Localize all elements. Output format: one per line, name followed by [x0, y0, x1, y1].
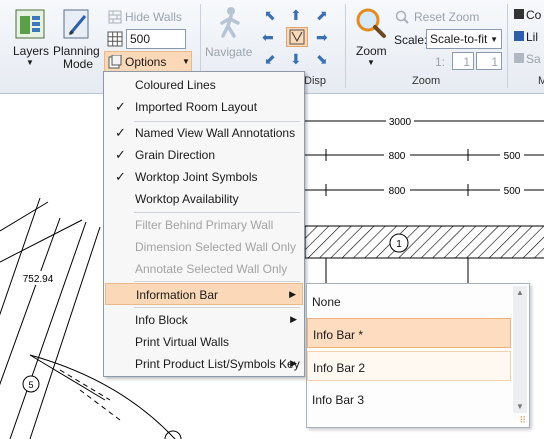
menu-item-information-bar[interactable]: Information Bar ▶ — [105, 283, 303, 305]
submenu-item-info-bar-1[interactable]: Info Bar * — [307, 318, 511, 348]
dim-label: 500 — [504, 186, 521, 197]
planning-mode-button[interactable]: Planning Mode — [52, 6, 102, 71]
grid-icon[interactable] — [107, 31, 123, 47]
scroll-up-icon[interactable]: ▲ — [516, 288, 524, 297]
chevron-down-icon: ▼ — [490, 35, 498, 44]
menu-item-coloured-lines[interactable]: Coloured Lines — [105, 74, 303, 96]
submenu-arrow-icon: ▶ — [290, 358, 297, 368]
scale-select[interactable]: Scale-to-fit ▼ — [426, 29, 502, 49]
tag-label: 1 — [396, 239, 402, 250]
scale-label: Scale: — [394, 33, 428, 47]
options-menu: Coloured Lines ✓ Imported Room Layout ✓ … — [103, 71, 305, 377]
options-icon — [108, 55, 122, 69]
arrow-down-left-icon[interactable]: ⬋ — [264, 51, 276, 68]
menu-item-imported-room-layout[interactable]: ✓ Imported Room Layout — [105, 96, 303, 118]
library-icon — [514, 31, 524, 41]
submenu-item-info-bar-3[interactable]: Info Bar 3 — [307, 384, 511, 414]
menu-item-filter-behind-primary-wall: Filter Behind Primary Wall — [135, 218, 274, 232]
right-item-3[interactable]: Sa — [514, 52, 541, 66]
zoom-label: Zoom — [356, 44, 387, 58]
right-item-1[interactable]: Co — [514, 8, 541, 22]
zoom-ratio-a[interactable]: 1 — [452, 52, 474, 70]
tag-label: 5 — [28, 380, 33, 390]
arrow-up-right-icon[interactable]: ⬈ — [316, 7, 328, 24]
dim-label: 500 — [504, 151, 521, 162]
arrow-pad: ⬉ ⬆ ⬈ ⬅ ➡ ⬋ ⬇ ⬊ — [258, 6, 336, 70]
menu-item-worktop-availability[interactable]: Worktop Availability — [105, 188, 303, 210]
dim-label: 3000 — [389, 117, 412, 128]
center-view-button[interactable] — [286, 27, 308, 47]
checkmark-icon: ✓ — [115, 169, 126, 184]
layers-button[interactable]: Layers ▼ — [12, 6, 50, 68]
arrow-down-right-icon[interactable]: ⬊ — [316, 51, 328, 68]
reset-zoom-button[interactable]: Reset Zoom — [394, 8, 484, 26]
film-icon — [514, 9, 524, 19]
menu-item-named-view-wall-annotations[interactable]: ✓ Named View Wall Annotations — [105, 122, 303, 144]
reset-zoom-label: Reset Zoom — [414, 10, 480, 24]
menu-item-worktop-joint-symbols[interactable]: ✓ Worktop Joint Symbols — [105, 166, 303, 188]
submenu-item-none[interactable]: None — [307, 286, 511, 316]
planning-label-2: Mode — [63, 57, 94, 71]
chevron-down-icon: ▼ — [367, 58, 375, 67]
chevron-down-icon: ▼ — [182, 57, 190, 66]
options-button[interactable]: Options ▼ — [104, 51, 192, 72]
arrow-left-icon[interactable]: ⬅ — [262, 29, 274, 46]
arrow-up-icon[interactable]: ⬆ — [290, 7, 302, 24]
information-bar-submenu: None Info Bar * Info Bar 2 Info Bar 3 ▲ … — [306, 283, 530, 428]
planning-mode-icon — [63, 9, 89, 39]
submenu-scrollbar[interactable]: ▲ ▼ — [513, 286, 527, 413]
menu-item-print-product-list[interactable]: Print Product List/Symbols Key ▶ — [105, 353, 303, 375]
checkmark-icon: ✓ — [115, 99, 126, 114]
navigate-button[interactable]: Navigate — [204, 6, 254, 70]
dim-label: 800 — [389, 151, 406, 162]
zoom-button[interactable]: Zoom ▼ — [352, 6, 390, 70]
navigate-label: Navigate — [205, 45, 253, 59]
checkmark-icon: ✓ — [115, 125, 126, 140]
group-label-display: Disp — [304, 75, 327, 87]
scale-select-value: Scale-to-fit — [430, 32, 488, 46]
checkmark-icon: ✓ — [115, 147, 126, 162]
reset-zoom-icon — [395, 10, 409, 24]
hide-walls-label: Hide Walls — [125, 10, 182, 24]
hide-walls-button[interactable]: Hide Walls — [106, 8, 198, 26]
chevron-down-icon: ▼ — [26, 58, 34, 67]
dimension-line-row-2: 800 500 — [300, 149, 544, 162]
layers-icon — [15, 9, 45, 39]
dim-label: 800 — [389, 186, 406, 197]
scroll-down-icon[interactable]: ▼ — [516, 402, 524, 411]
hide-walls-icon — [108, 10, 122, 24]
submenu-item-info-bar-2[interactable]: Info Bar 2 — [307, 351, 511, 381]
submenu-arrow-icon: ▶ — [289, 289, 296, 299]
submenu-arrow-icon: ▶ — [290, 314, 297, 324]
arrow-right-icon[interactable]: ➡ — [316, 29, 328, 46]
angled-wall: 752.94 — [0, 197, 101, 439]
dimension-line-row-3: 800 500 — [300, 184, 544, 197]
menu-item-annotate-selected-wall-only: Annotate Selected Wall Only — [135, 262, 288, 276]
right-item-2[interactable]: Lil — [514, 30, 538, 44]
options-label: Options — [125, 55, 167, 69]
menu-item-dimension-selected-wall-only: Dimension Selected Wall Only — [135, 240, 296, 254]
menu-item-print-virtual-walls[interactable]: Print Virtual Walls — [105, 331, 303, 353]
resize-grip-icon[interactable]: ⠿ — [519, 415, 526, 426]
save-icon — [514, 53, 524, 63]
menu-item-grain-direction[interactable]: ✓ Grain Direction — [105, 144, 303, 166]
zoom-ratio-b[interactable]: 1 — [476, 52, 502, 70]
group-label-zoom: Zoom — [412, 75, 441, 87]
dimension-line-3000: 3000 — [300, 114, 544, 128]
width-input[interactable]: 500 — [126, 29, 186, 49]
layers-label: Layers — [13, 44, 50, 58]
group-label-m: M — [538, 75, 544, 87]
ratio-icon: 1: — [435, 55, 446, 69]
menu-item-info-block[interactable]: Info Block ▶ — [105, 309, 303, 331]
wall-dim-label: 752.94 — [23, 274, 54, 285]
walking-person-icon — [220, 7, 240, 38]
right-group: Co Lil Sa M — [514, 8, 544, 87]
magnifier-icon — [356, 8, 386, 38]
center-view-icon — [289, 29, 305, 45]
arrow-up-left-icon[interactable]: ⬉ — [264, 7, 276, 24]
planning-label-1: Planning — [53, 44, 100, 58]
arrow-down-icon[interactable]: ⬇ — [290, 51, 302, 68]
